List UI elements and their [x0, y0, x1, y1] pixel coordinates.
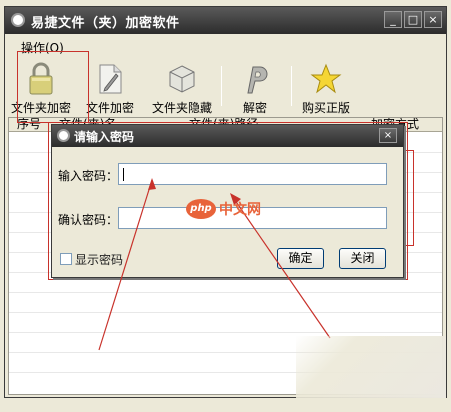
decrypt-button[interactable]: 解密 — [219, 58, 291, 116]
row-divider — [9, 292, 442, 293]
blurred-corner — [296, 336, 446, 398]
close-button[interactable]: × — [424, 11, 442, 28]
password-label: 输入密码： — [58, 169, 119, 183]
p-letter-icon — [247, 66, 268, 94]
box-icon — [169, 65, 195, 93]
dialog-title-bar[interactable]: 请输入密码 × — [52, 125, 403, 147]
folder-hide-button[interactable]: 文件夹隐藏 — [146, 58, 218, 116]
maximize-button[interactable]: □ — [404, 11, 422, 28]
ok-button[interactable]: 确定 — [277, 248, 324, 269]
dialog-lock-icon — [57, 129, 70, 142]
watermark-text: 中文网 — [219, 202, 261, 218]
buy-license-button[interactable]: 购买正版 — [290, 58, 362, 116]
star-icon — [310, 63, 342, 94]
password-input[interactable] — [118, 163, 387, 185]
folder-hide-label: 文件夹隐藏 — [151, 101, 212, 115]
watermark-logo: php — [186, 199, 216, 219]
text-caret — [123, 168, 124, 181]
decrypt-label: 解密 — [242, 101, 267, 115]
window-title: 易捷文件（夹）加密软件 — [31, 16, 180, 31]
row-divider — [9, 332, 442, 333]
row-divider — [9, 312, 442, 313]
dialog-title: 请输入密码 — [74, 130, 135, 144]
annotation-highlight-box — [17, 51, 89, 123]
buy-license-label: 购买正版 — [301, 101, 350, 115]
checkbox-box[interactable] — [60, 253, 72, 265]
pen-document-icon — [99, 64, 122, 94]
close-dialog-button[interactable]: 关闭 — [339, 248, 386, 269]
show-password-checkbox[interactable]: 显示密码 — [60, 251, 140, 267]
minimize-button[interactable]: _ — [384, 11, 402, 28]
dialog-close-button[interactable]: × — [379, 128, 397, 143]
php-watermark: php 中文网 — [186, 197, 276, 221]
confirm-password-label: 确认密码： — [58, 213, 119, 227]
show-password-label: 显示密码 — [75, 253, 124, 267]
app-lock-icon — [11, 13, 25, 27]
title-bar[interactable]: 易捷文件（夹）加密软件 _ □ × — [5, 7, 446, 34]
